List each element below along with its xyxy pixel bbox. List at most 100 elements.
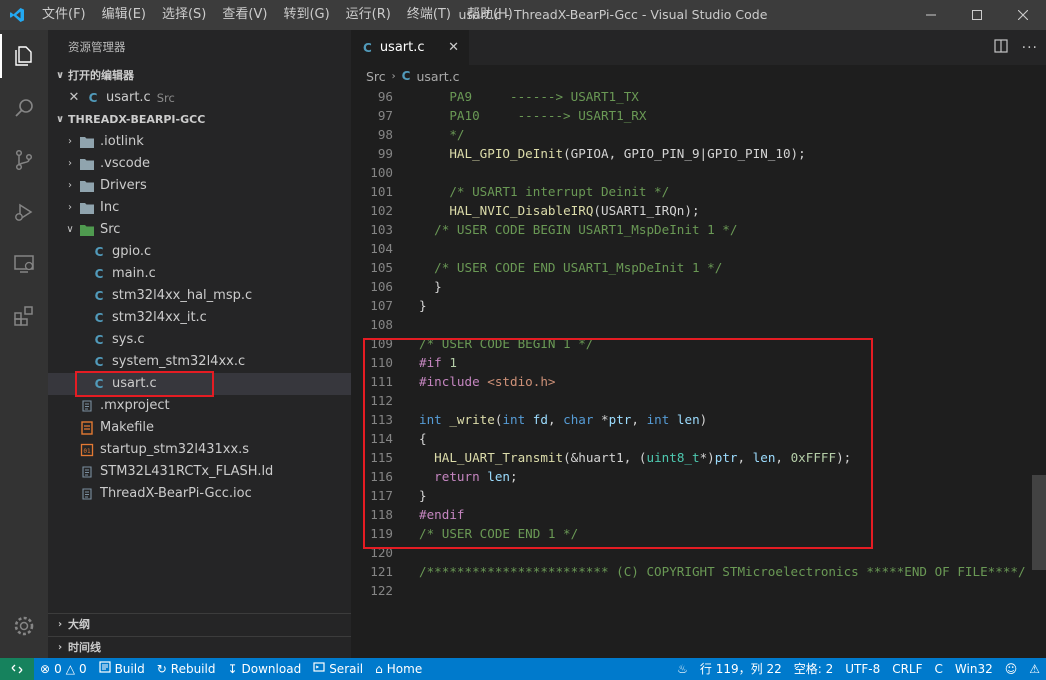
file-item[interactable]: Cusart.c (48, 373, 351, 395)
line-content (393, 163, 419, 182)
line-content: int _write(int fd, char *ptr, int len) (419, 412, 708, 427)
chevron-down-icon: ∨ (66, 224, 74, 235)
outline-header[interactable]: › 大纲 (48, 614, 351, 636)
home-button[interactable]: ⌂ Home (369, 658, 428, 680)
open-editor-item[interactable]: ✕ C usart.c Src (48, 87, 351, 109)
menu-item[interactable]: 转到(G) (275, 0, 337, 30)
breadcrumb: Src › C usart.c (351, 65, 1046, 87)
platform[interactable]: Win32 (949, 658, 999, 680)
build-button[interactable]: Build (93, 658, 151, 680)
folder-icon (78, 200, 96, 216)
file-item[interactable]: Csystem_stm32l4xx.c (48, 351, 351, 373)
problems-indicator[interactable]: ⊗ 0 △ 0 (34, 658, 93, 680)
file-item[interactable]: STM32L431RCTx_FLASH.ld (48, 461, 351, 483)
remote-indicator-icon[interactable] (0, 658, 34, 680)
flame-icon[interactable]: ♨ (671, 658, 694, 680)
file-item[interactable]: Cstm32l4xx_hal_msp.c (48, 285, 351, 307)
menu-item[interactable]: 选择(S) (154, 0, 214, 30)
folder-item[interactable]: › Inc (48, 197, 351, 219)
line-content (393, 391, 419, 410)
file-item[interactable]: .mxproject (48, 395, 351, 417)
code-line: 121 /************************ (C) COPYRIG… (351, 562, 1046, 581)
rebuild-button[interactable]: ↻ Rebuild (151, 658, 222, 680)
menu-item[interactable]: 帮助(H) (459, 0, 521, 30)
download-button[interactable]: ↧ Download (221, 658, 307, 680)
code-line: 104 (351, 239, 1046, 258)
menu-item[interactable]: 文件(F) (34, 0, 94, 30)
minimize-button[interactable] (908, 0, 954, 30)
menu-item[interactable]: 终端(T) (399, 0, 459, 30)
editor-scrollbar[interactable] (1032, 475, 1046, 570)
extensions-icon[interactable] (0, 290, 48, 342)
folder-item[interactable]: › Drivers (48, 175, 351, 197)
code-line: 108 (351, 315, 1046, 334)
file-item[interactable]: ThreadX-BearPi-Gcc.ioc (48, 483, 351, 505)
window-controls (908, 0, 1046, 30)
project-header[interactable]: ∨ THREADX-BEARPI-GCC (48, 109, 351, 131)
remote-explorer-icon[interactable] (0, 238, 48, 290)
breadcrumb-file[interactable]: usart.c (416, 69, 459, 84)
file-item[interactable]: Cmain.c (48, 263, 351, 285)
menu-item[interactable]: 查看(V) (214, 0, 275, 30)
status-right: ♨ 行 119，列 22 空格: 2 UTF-8 CRLF C Win32 ☺ … (671, 658, 1046, 680)
warning-count: 0 (78, 662, 87, 676)
tree-item-label: stm32l4xx_it.c (112, 310, 207, 325)
cursor-position[interactable]: 行 119，列 22 (694, 658, 788, 680)
sidebar-bottom-sections: › 大纲 › 时间线 (48, 613, 351, 658)
error-count: 0 (54, 662, 62, 676)
chevron-right-icon: › (68, 180, 72, 191)
open-editors-header[interactable]: ∨ 打开的编辑器 (48, 65, 351, 87)
file-item[interactable]: Csys.c (48, 329, 351, 351)
folder-icon (78, 156, 96, 172)
breadcrumb-folder[interactable]: Src (366, 69, 386, 84)
line-content: #endif (419, 507, 465, 522)
c-file-icon: C (88, 91, 98, 105)
folder-item[interactable]: ∨ Src (48, 219, 351, 241)
source-folder-icon (78, 222, 96, 238)
file-item[interactable]: Cstm32l4xx_it.c (48, 307, 351, 329)
file-item[interactable]: Makefile (48, 417, 351, 439)
run-debug-icon[interactable] (0, 186, 48, 238)
line-number: 114 (370, 431, 393, 446)
line-ending[interactable]: CRLF (886, 658, 928, 680)
feedback-icon[interactable]: ☺ (999, 658, 1024, 680)
line-number: 96 (377, 89, 393, 104)
menu-item[interactable]: 编辑(E) (94, 0, 154, 30)
project-label: THREADX-BEARPI-GCC (68, 113, 206, 126)
serial-icon (313, 658, 325, 680)
encoding[interactable]: UTF-8 (839, 658, 886, 680)
chevron-down-icon: ∨ (55, 114, 65, 125)
line-number: 121 (370, 564, 393, 579)
line-content: HAL_NVIC_DisableIRQ(USART1_IRQn); (449, 203, 700, 218)
menu-item[interactable]: 运行(R) (338, 0, 399, 30)
tab-usart-c[interactable]: C usart.c ✕ (351, 30, 469, 65)
c-file-icon: C (94, 377, 104, 391)
more-actions-icon[interactable]: ··· (1022, 40, 1038, 56)
close-editor-icon[interactable]: ✕ (66, 87, 82, 109)
language-mode[interactable]: C (929, 658, 949, 680)
timeline-header[interactable]: › 时间线 (48, 636, 351, 658)
tree-item-label: startup_stm32l431xx.s (100, 442, 250, 457)
explorer-icon[interactable] (0, 30, 48, 82)
file-item[interactable]: 01 startup_stm32l431xx.s (48, 439, 351, 461)
folder-item[interactable]: › .iotlink (48, 131, 351, 153)
serial-button[interactable]: Serail (307, 658, 369, 680)
code-line: 97 PA10 ------> USART1_RX (351, 106, 1046, 125)
vscode-logo-icon (0, 0, 34, 30)
folder-item[interactable]: › .vscode (48, 153, 351, 175)
close-window-button[interactable] (1000, 0, 1046, 30)
error-icon: ⊗ (40, 662, 51, 676)
code-view[interactable]: 96 PA9 ------> USART1_TX 97 PA10 ------> … (351, 87, 1046, 600)
source-control-icon[interactable] (0, 134, 48, 186)
line-content: /* USER CODE BEGIN USART1_MspDeInit 1 */ (419, 222, 738, 237)
search-icon[interactable] (0, 82, 48, 134)
maximize-button[interactable] (954, 0, 1000, 30)
close-tab-icon[interactable]: ✕ (448, 40, 459, 55)
settings-gear-icon[interactable] (0, 600, 48, 652)
file-item[interactable]: Cgpio.c (48, 241, 351, 263)
split-editor-icon[interactable] (994, 38, 1008, 57)
indentation[interactable]: 空格: 2 (788, 658, 840, 680)
code-line: 112 (351, 391, 1046, 410)
c-file-icon: C (94, 267, 104, 281)
notifications-bell-icon[interactable]: ⚠ (1023, 658, 1046, 680)
